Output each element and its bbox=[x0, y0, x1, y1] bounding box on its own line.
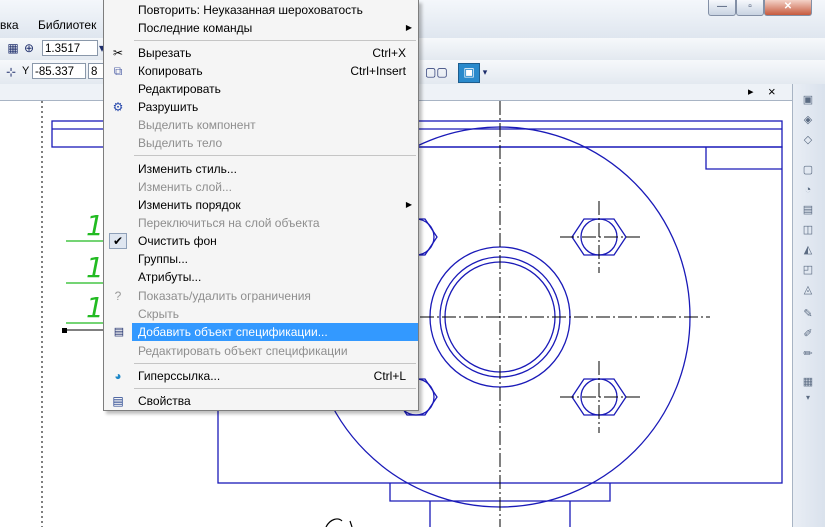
maximize-icon[interactable]: ▫ bbox=[736, 0, 764, 16]
menu-item-clear-background[interactable]: ✔ Очистить фон bbox=[104, 232, 418, 250]
menu-item-recent-commands[interactable]: Последние команды ▶ bbox=[104, 19, 418, 37]
menu-item-change-layer[interactable]: Изменить слой... bbox=[104, 178, 418, 196]
panel-tool-icon[interactable]: ▦ bbox=[799, 374, 817, 390]
panel-tool-icon[interactable]: ▤ bbox=[799, 202, 817, 218]
checkmark-icon: ✔ bbox=[109, 233, 127, 249]
menu-item-attributes[interactable]: Атрибуты... bbox=[104, 268, 418, 286]
panel-tool-icon[interactable]: ◔ bbox=[799, 182, 817, 198]
view-manager-icon[interactable]: ▣ bbox=[458, 63, 480, 83]
panel-tool-icon[interactable]: ✏ bbox=[799, 346, 817, 362]
menu-item-view[interactable]: вка bbox=[0, 18, 19, 32]
zoom-icon[interactable]: ⊕ bbox=[20, 40, 38, 56]
snap-icon[interactable]: ⊹ bbox=[2, 64, 20, 80]
menu-item-destroy[interactable]: ⚙ Разрушить bbox=[104, 98, 418, 116]
panel-tool-icon[interactable]: ◬ bbox=[799, 282, 817, 298]
menu-item-copy[interactable]: ⧉ Копировать Ctrl+Insert bbox=[104, 62, 418, 80]
y-label: Y bbox=[22, 65, 30, 77]
parameters-icon[interactable]: ▢▢ bbox=[425, 64, 448, 80]
menu-item-repeat[interactable]: Повторить: Неуказанная шероховатость bbox=[104, 1, 418, 19]
hyperlink-icon: ◕ bbox=[114, 369, 122, 383]
panel-tool-icon[interactable]: ✎ bbox=[799, 306, 817, 322]
spec-object-icon: ▤ bbox=[113, 326, 125, 338]
y-coordinate-input[interactable]: -85.337 bbox=[32, 63, 86, 79]
menu-item-change-style[interactable]: Изменить стиль... bbox=[104, 160, 418, 178]
copy-icon: ⧉ bbox=[113, 64, 123, 78]
menu-item-groups[interactable]: Группы... bbox=[104, 250, 418, 268]
submenu-arrow-icon: ▶ bbox=[405, 200, 412, 209]
x-coordinate-input[interactable]: 8 bbox=[88, 63, 104, 79]
menu-item-edit-spec-object[interactable]: Редактировать объект спецификации bbox=[104, 342, 418, 360]
panel-tool-icon[interactable]: ◫ bbox=[799, 222, 817, 238]
menu-item-library[interactable]: Библиотек bbox=[38, 18, 96, 32]
menu-item-select-component[interactable]: Выделить компонент bbox=[104, 116, 418, 134]
selection-handle[interactable] bbox=[62, 328, 67, 333]
menu-item-hyperlink[interactable]: ◕ Гиперссылка... Ctrl+L bbox=[104, 367, 418, 385]
menu-item-change-order[interactable]: Изменить порядок ▶ bbox=[104, 196, 418, 214]
properties-icon: ▤ bbox=[112, 394, 124, 408]
panel-tool-icon[interactable]: ✐ bbox=[799, 326, 817, 342]
panel-tool-icon[interactable]: ◰ bbox=[799, 262, 817, 278]
context-menu: Повторить: Неуказанная шероховатость Пос… bbox=[103, 0, 419, 411]
constraints-icon: ? bbox=[114, 289, 122, 303]
destroy-icon: ⚙ bbox=[112, 100, 124, 114]
close-icon[interactable]: ✕ bbox=[764, 0, 812, 16]
dimension-text: 1 bbox=[86, 251, 104, 284]
menu-item-hide[interactable]: Скрыть bbox=[104, 305, 418, 323]
panel-tool-icon[interactable]: ◈ bbox=[799, 112, 817, 128]
menu-item-add-spec-object[interactable]: Добавить объект спецификации... bbox=[132, 323, 418, 341]
minimize-icon[interactable]: — bbox=[708, 0, 736, 16]
menu-item-properties[interactable]: ▤ Свойства bbox=[104, 392, 418, 410]
panel-tool-icon[interactable]: ◇ bbox=[799, 132, 817, 148]
compact-panel: ▣ ◈ ◇ ▢ ◔ ▤ ◫ ◭ ◰ ◬ ✎ ✐ ✏ ▦ ▾ bbox=[792, 84, 825, 527]
dimension-text: 1 bbox=[86, 291, 104, 324]
zoom-input[interactable]: 1.3517 bbox=[42, 40, 98, 56]
scissors-icon: ✂ bbox=[112, 46, 124, 60]
tab-nav-icon[interactable]: ▸ bbox=[748, 85, 754, 98]
doc-close-icon[interactable]: × bbox=[768, 84, 776, 99]
menu-item-switch-layer[interactable]: Переключиться на слой объекта bbox=[104, 214, 418, 232]
scroll-down-icon[interactable]: ▾ bbox=[799, 390, 817, 406]
panel-tool-icon[interactable]: ▣ bbox=[799, 92, 817, 108]
panel-tool-icon[interactable]: ▢ bbox=[799, 162, 817, 178]
view-dropdown-icon[interactable]: ▾ bbox=[480, 64, 490, 80]
dimension-text: 1 bbox=[86, 209, 104, 242]
panel-tool-icon[interactable]: ◭ bbox=[799, 242, 817, 258]
menu-item-edit[interactable]: Редактировать bbox=[104, 80, 418, 98]
menu-item-show-constraints[interactable]: ? Показать/удалить ограничения bbox=[104, 287, 418, 305]
menu-item-select-body[interactable]: Выделить тело bbox=[104, 134, 418, 152]
submenu-arrow-icon: ▶ bbox=[405, 23, 412, 32]
menu-item-cut[interactable]: ✂ Вырезать Ctrl+X bbox=[104, 44, 418, 62]
